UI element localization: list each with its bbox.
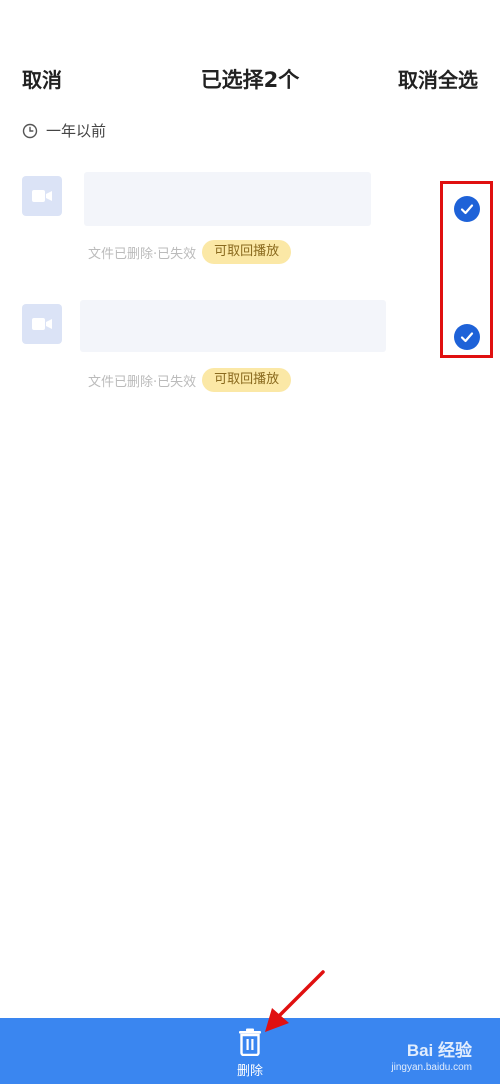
trash-icon: [239, 1028, 261, 1056]
list-item[interactable]: 文件已删除·已失效 可取回播放: [0, 298, 500, 398]
deselect-all-button[interactable]: 取消全选: [398, 64, 478, 93]
delete-button[interactable]: 删除: [225, 1028, 275, 1082]
video-thumbnail: [22, 176, 62, 216]
annotation-highlight-box: [440, 181, 493, 358]
screen: 取消 已选择2个 取消全选 一年以前 文件已删除·已失效 可取回播放 文件已删除…: [0, 0, 500, 1084]
item-meta: 文件已删除·已失效 可取回播放: [88, 240, 292, 264]
section-label: 一年以前: [46, 122, 107, 140]
status-text: 文件已删除·已失效: [88, 374, 197, 390]
video-camera-icon: [32, 190, 52, 202]
clock-icon: [22, 123, 38, 138]
bottom-action-bar: 删除 Bai 经验 jingyan.baidu.com: [0, 1018, 500, 1084]
watermark-url: jingyan.baidu.com: [391, 1062, 472, 1073]
list-item[interactable]: 文件已删除·已失效 可取回播放: [0, 170, 500, 270]
video-thumbnail: [22, 304, 62, 344]
item-meta: 文件已删除·已失效 可取回播放: [88, 368, 292, 392]
status-badge[interactable]: 可取回播放: [202, 240, 292, 264]
video-camera-icon: [32, 318, 52, 330]
header: 取消 已选择2个 取消全选: [0, 58, 500, 98]
filename-redacted: [80, 300, 386, 352]
section-header: 一年以前: [22, 120, 106, 141]
status-text: 文件已删除·已失效: [88, 246, 197, 262]
filename-redacted: [84, 172, 371, 226]
delete-label: 删除: [236, 1064, 263, 1079]
watermark-logo: Bai 经验: [407, 1036, 472, 1061]
status-badge[interactable]: 可取回播放: [202, 368, 292, 392]
watermark-text: Bai 经验: [406, 1041, 472, 1060]
